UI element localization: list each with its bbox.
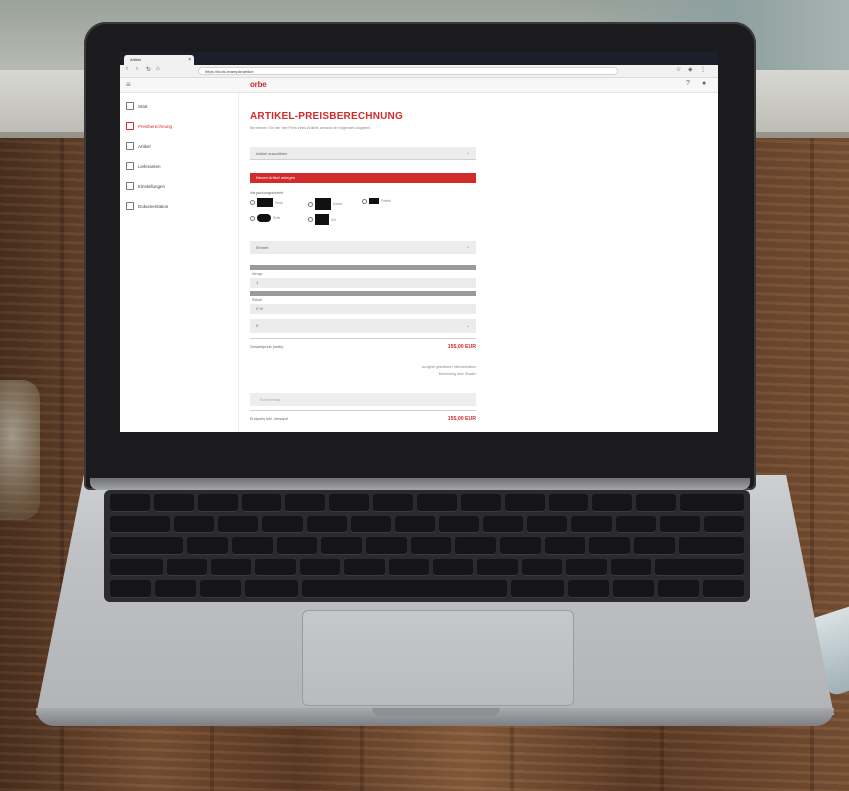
chevron-down-icon: ⌄ bbox=[465, 323, 470, 329]
divider-line bbox=[250, 338, 476, 339]
laptop-notch bbox=[372, 708, 500, 716]
radio-option-set[interactable]: Set bbox=[308, 214, 336, 225]
url-bar[interactable]: https://tools.example/artikel bbox=[198, 67, 618, 75]
radio-button[interactable] bbox=[308, 217, 313, 222]
menge-label: Menge bbox=[252, 272, 263, 276]
endpreis-label: Endpreis inkl. Versand bbox=[250, 417, 288, 421]
sidebar-item-einstellungen[interactable]: Einstellungen bbox=[120, 179, 238, 193]
sidebar-item-label: Einstellungen bbox=[138, 183, 166, 189]
menu-icon[interactable]: ⋮ bbox=[700, 66, 706, 73]
redacted-mark bbox=[315, 214, 329, 225]
radio-option-stueck[interactable]: Stück bbox=[250, 198, 283, 207]
sidebar-item-start[interactable]: Start bbox=[120, 99, 238, 113]
reload-icon[interactable]: ↻ bbox=[146, 66, 151, 73]
sidebar-item-lieferanten[interactable]: Lieferanten bbox=[120, 159, 238, 173]
sidebar-item-label: Lieferanten bbox=[138, 163, 161, 169]
einheit-select-value: Einheit bbox=[256, 245, 269, 250]
app-header: ≡ orbe ? ● bbox=[120, 78, 718, 93]
close-icon[interactable]: × bbox=[188, 55, 191, 65]
home-icon bbox=[126, 102, 134, 110]
hamburger-icon[interactable]: ≡ bbox=[126, 80, 131, 89]
main-content: ARTIKEL-PREISBERECHNUNG Berechnen Sie hi… bbox=[246, 93, 506, 432]
rabatt-input[interactable]: 0 % bbox=[250, 304, 476, 314]
forward-icon[interactable]: › bbox=[136, 66, 138, 72]
star-icon[interactable]: ☆ bbox=[676, 66, 681, 73]
einheit-select[interactable]: Einheit ⌄ bbox=[250, 241, 476, 254]
sidebar-item-label: Dokumentation bbox=[138, 203, 169, 209]
browser-titlebar: Artikel × bbox=[120, 52, 718, 65]
truck-icon bbox=[126, 162, 134, 170]
back-icon[interactable]: ‹ bbox=[126, 66, 128, 72]
extension-icon[interactable]: ◈ bbox=[688, 66, 693, 73]
radio-option-rolle[interactable]: Rolle bbox=[250, 214, 280, 222]
sidebar-item-label: Preisberechnung bbox=[138, 123, 173, 129]
tab-title: Artikel bbox=[130, 57, 142, 62]
gear-icon bbox=[126, 182, 134, 190]
box-icon bbox=[126, 142, 134, 150]
user-icon[interactable]: ● bbox=[702, 80, 706, 87]
menge-input[interactable]: 1 bbox=[250, 278, 476, 288]
chevron-down-icon: ⌄ bbox=[465, 244, 470, 250]
home-icon[interactable]: ⌂ bbox=[156, 66, 160, 72]
artikel-select[interactable]: Artikel auswählen ⌄ bbox=[250, 147, 476, 160]
keyboard bbox=[104, 490, 750, 602]
divider-bar bbox=[250, 265, 476, 270]
radio-option-label: Rolle bbox=[273, 216, 281, 220]
gesamtpreis-value: 155,00 EUR bbox=[447, 344, 476, 350]
sidebar-item-label: Artikel bbox=[138, 143, 151, 149]
radio-button[interactable] bbox=[362, 198, 367, 204]
radio-option-karton[interactable]: Karton bbox=[308, 198, 342, 210]
kommentar-input[interactable]: Kommentar bbox=[250, 393, 476, 406]
help-icon[interactable]: ? bbox=[686, 80, 690, 87]
divider-line bbox=[250, 410, 476, 411]
page-subtitle: Berechnen Sie hier den Preis eines Artik… bbox=[250, 126, 372, 130]
redacted-mark bbox=[369, 198, 379, 204]
new-article-button[interactable]: Neuen Artikel anlegen bbox=[250, 173, 476, 183]
radio-button[interactable] bbox=[250, 200, 255, 205]
radio-option-label: Set bbox=[331, 217, 336, 222]
sidebar-item-preisberechnung[interactable]: Preisberechnung bbox=[120, 119, 238, 133]
document-icon bbox=[126, 202, 134, 210]
radio-option-label: Palette bbox=[381, 199, 391, 203]
radio-option-label: Stück bbox=[275, 200, 283, 205]
radio-option-palette[interactable]: Palette bbox=[362, 198, 391, 204]
radio-button[interactable] bbox=[250, 215, 255, 221]
chevron-down-icon: ⌄ bbox=[465, 150, 470, 156]
gesamtpreis-label: Gesamtpreis (netto) bbox=[250, 345, 284, 349]
app-logo: orbe bbox=[250, 80, 267, 89]
rabatt-label: Rabatt bbox=[252, 298, 262, 302]
browser-toolbar: ‹ › ↻ ⌂ https://tools.example/artikel ☆ … bbox=[120, 65, 718, 78]
price-note-2: Berechnung ohne Gewähr bbox=[438, 372, 476, 376]
glass-left bbox=[0, 380, 40, 520]
calculator-icon bbox=[126, 122, 134, 130]
sidebar-item-artikel[interactable]: Artikel bbox=[120, 139, 238, 153]
price-note-1: zuzüglich gesetzlicher Mehrwertsteuer bbox=[421, 365, 476, 369]
laptop-hinge bbox=[90, 478, 750, 490]
sidebar-item-label: Start bbox=[138, 103, 148, 109]
page-title: ARTIKEL-PREISBERECHNUNG bbox=[250, 111, 403, 122]
laptop-screen: Artikel × ‹ › ↻ ⌂ https://tools.example/… bbox=[120, 52, 718, 432]
zuschlag-select-value: 0 bbox=[256, 323, 259, 328]
browser-tab[interactable]: Artikel × bbox=[124, 55, 194, 65]
radio-group-label: Verpackungseinheit bbox=[250, 191, 284, 195]
divider-bar bbox=[250, 291, 476, 296]
sidebar-item-dokumentation[interactable]: Dokumentation bbox=[120, 199, 238, 213]
sidebar: Start Preisberechnung Artikel Lieferante… bbox=[120, 93, 239, 432]
redacted-mark bbox=[257, 214, 271, 222]
redacted-mark bbox=[257, 198, 273, 207]
radio-button[interactable] bbox=[308, 201, 313, 207]
radio-option-label: Karton bbox=[333, 202, 343, 206]
trackpad bbox=[302, 610, 574, 706]
zuschlag-select[interactable]: 0 ⌄ bbox=[250, 319, 476, 333]
artikel-select-value: Artikel auswählen bbox=[256, 151, 288, 156]
redacted-mark bbox=[315, 198, 331, 210]
endpreis-value: 155,00 EUR bbox=[447, 416, 476, 422]
